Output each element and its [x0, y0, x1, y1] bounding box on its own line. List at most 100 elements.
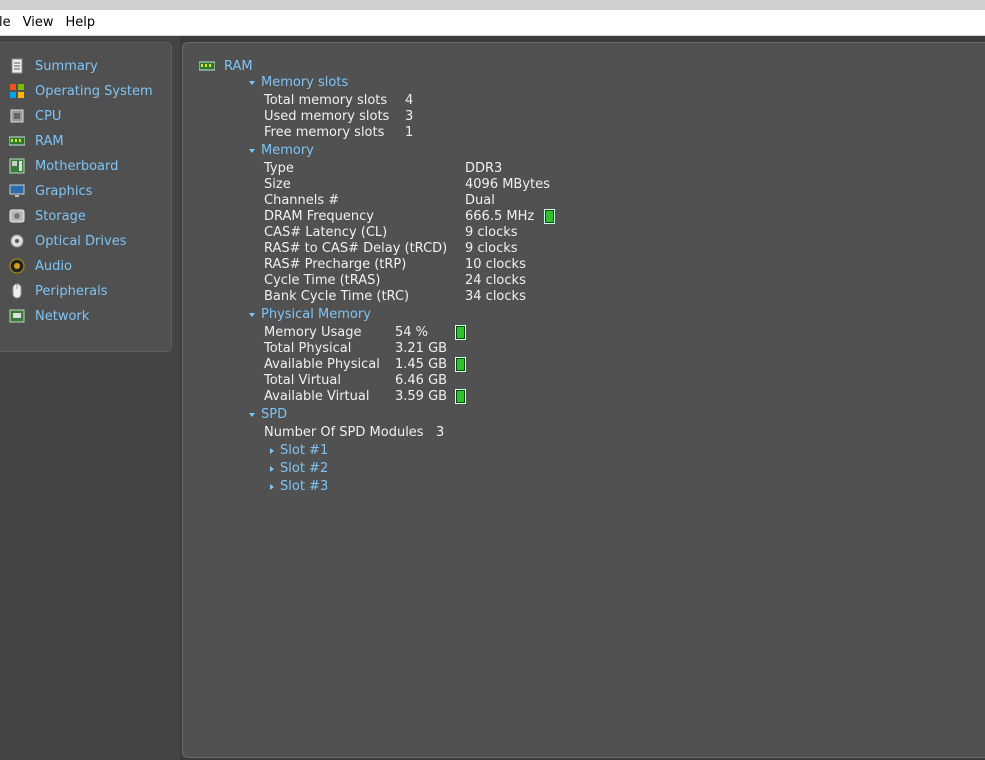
sidebar-item-label: RAM — [35, 133, 64, 149]
windows-icon — [9, 83, 25, 99]
section-header: Physical Memory — [261, 307, 371, 322]
disc-icon — [9, 233, 25, 249]
row-value: 666.5 MHz — [465, 209, 535, 224]
row-key: DRAM Frequency — [264, 209, 374, 224]
row-value: DDR3 — [465, 161, 503, 176]
menu-help[interactable]: Help — [59, 15, 101, 30]
section-memory[interactable]: Memory — [249, 143, 314, 159]
row-key: Bank Cycle Time (tRC) — [264, 289, 410, 304]
row-value: 3 — [436, 425, 445, 440]
row-value: 9 clocks — [465, 241, 518, 256]
cpu-icon — [9, 108, 25, 124]
frequency-meter — [544, 209, 555, 224]
row-key: Total memory slots — [264, 93, 388, 108]
sidebar-item-peripherals[interactable]: Peripherals — [9, 281, 108, 301]
row-key: Memory Usage — [264, 325, 362, 340]
speaker-icon — [9, 258, 25, 274]
summary-icon — [9, 58, 25, 74]
row-value: 34 clocks — [465, 289, 526, 304]
slot-label: Slot #3 — [280, 479, 329, 494]
sidebar-item-cpu[interactable]: CPU — [9, 106, 61, 126]
row-value: 9 clocks — [465, 225, 518, 240]
menu-file[interactable]: le — [0, 15, 17, 30]
storage-icon — [9, 208, 25, 224]
sidebar-item-ram[interactable]: RAM — [8, 131, 64, 151]
row-value: 24 clocks — [465, 273, 526, 288]
row-value: 10 clocks — [465, 257, 526, 272]
row-key: Total Virtual — [264, 373, 341, 388]
page-title: RAM — [224, 59, 253, 74]
row-value: 3.59 GB — [395, 389, 448, 404]
row-value: 1 — [405, 125, 414, 140]
sidebar-item-label: Graphics — [35, 183, 93, 199]
row-value: 3 — [405, 109, 414, 124]
row-key: RAS# Precharge (tRP) — [264, 257, 407, 272]
menu-view[interactable]: View — [17, 15, 60, 30]
available-virtual-meter — [455, 389, 466, 404]
sidebar-item-storage[interactable]: Storage — [9, 206, 86, 226]
main-panel: RAM Memory slots Total memory slots 4 Use… — [182, 42, 985, 758]
row-key: Channels # — [264, 193, 340, 208]
ram-icon — [198, 60, 216, 72]
row-key: Total Physical — [264, 341, 352, 356]
row-value: 54 % — [395, 325, 429, 340]
sidebar-item-label: Summary — [35, 58, 98, 74]
expand-arrow-icon — [249, 148, 255, 153]
expand-arrow-icon — [270, 465, 274, 472]
sidebar: Summary Operating System CPU RAM Motherb… — [0, 42, 172, 352]
row-key: Available Virtual — [264, 389, 370, 404]
section-header: Memory slots — [261, 75, 349, 90]
section-spd[interactable]: SPD — [249, 407, 287, 423]
row-key: Used memory slots — [264, 109, 390, 124]
network-icon — [9, 308, 25, 324]
slot-label: Slot #1 — [280, 443, 329, 458]
row-key: CAS# Latency (CL) — [264, 225, 388, 240]
row-value: 1.45 GB — [395, 357, 448, 372]
menu-bar: le View Help — [0, 10, 985, 36]
sidebar-item-label: Optical Drives — [35, 233, 127, 249]
spd-slot-1[interactable]: Slot #1 — [270, 443, 328, 459]
row-value: Dual — [465, 193, 495, 208]
section-header: SPD — [261, 407, 288, 422]
sidebar-item-graphics[interactable]: Graphics — [9, 181, 92, 201]
spd-slot-2[interactable]: Slot #2 — [270, 461, 328, 477]
row-value: 3.21 GB — [395, 341, 448, 356]
sidebar-item-label: Audio — [35, 258, 72, 274]
sidebar-item-label: Motherboard — [35, 158, 119, 174]
row-key: Type — [264, 161, 294, 176]
expand-arrow-icon — [270, 483, 274, 490]
sidebar-item-summary[interactable]: Summary — [9, 56, 98, 76]
sidebar-item-audio[interactable]: Audio — [9, 256, 72, 276]
sidebar-item-label: Storage — [35, 208, 86, 224]
ram-icon — [8, 133, 26, 149]
row-key: RAS# to CAS# Delay (tRCD) — [264, 241, 448, 256]
expand-arrow-icon — [249, 412, 255, 417]
usage-meter — [455, 325, 466, 340]
row-key: Size — [264, 177, 291, 192]
section-physical-memory[interactable]: Physical Memory — [249, 307, 371, 323]
expand-arrow-icon — [249, 312, 255, 317]
row-key: Cycle Time (tRAS) — [264, 273, 381, 288]
monitor-icon — [9, 183, 25, 199]
sidebar-item-operating-system[interactable]: Operating System — [9, 81, 153, 101]
sidebar-item-network[interactable]: Network — [9, 306, 89, 326]
mouse-icon — [9, 283, 25, 299]
slot-label: Slot #2 — [280, 461, 329, 476]
available-physical-meter — [455, 357, 466, 372]
sidebar-area: Summary Operating System CPU RAM Motherb… — [0, 36, 180, 760]
section-header: Memory — [261, 143, 314, 158]
row-value: 4096 MBytes — [465, 177, 550, 192]
row-value: 6.46 GB — [395, 373, 448, 388]
spd-slot-3[interactable]: Slot #3 — [270, 479, 328, 495]
sidebar-item-label: Operating System — [35, 83, 153, 99]
row-value: 4 — [405, 93, 414, 108]
expand-arrow-icon — [270, 447, 274, 454]
sidebar-item-optical-drives[interactable]: Optical Drives — [9, 231, 126, 251]
sidebar-item-label: CPU — [35, 108, 62, 124]
row-key: Free memory slots — [264, 125, 385, 140]
row-key: Available Physical — [264, 357, 380, 372]
row-key: Number Of SPD Modules — [264, 425, 424, 440]
sidebar-item-motherboard[interactable]: Motherboard — [9, 156, 118, 176]
motherboard-icon — [9, 158, 25, 174]
section-memory-slots[interactable]: Memory slots — [249, 75, 348, 91]
